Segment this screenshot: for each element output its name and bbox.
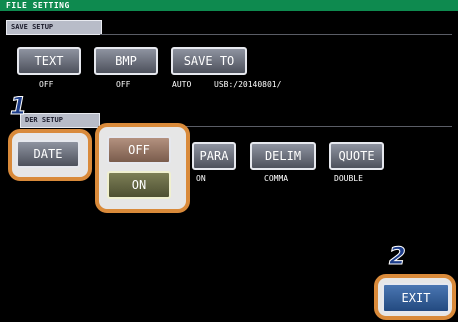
save-setup-divider: [100, 34, 452, 35]
exit-button[interactable]: EXIT: [382, 283, 450, 313]
quote-button[interactable]: QUOTE: [329, 142, 384, 170]
delim-button[interactable]: DELIM: [250, 142, 316, 170]
save-setup-section-tab: SAVE SETUP: [6, 20, 102, 35]
para-value: ON: [196, 174, 206, 183]
date-off-option[interactable]: OFF: [107, 136, 171, 164]
step-two-number: 2: [389, 242, 407, 270]
text-button[interactable]: TEXT: [17, 47, 81, 75]
quote-value: DOUBLE: [334, 174, 363, 183]
text-setup-label: DER SETUP: [25, 116, 63, 124]
window-title: FILE SETTING: [6, 1, 70, 10]
save-to-path: USB:/20140801/: [214, 80, 282, 89]
instrument-screen: FILE SETTING SAVE SETUP TEXT OFF BMP OFF…: [0, 0, 458, 322]
delim-value: COMMA: [264, 174, 289, 183]
bmp-button[interactable]: BMP: [94, 47, 158, 75]
title-bar: FILE SETTING: [0, 0, 458, 11]
save-to-button[interactable]: SAVE TO: [171, 47, 247, 75]
para-button[interactable]: PARA: [192, 142, 236, 170]
save-to-mode: AUTO: [172, 80, 192, 89]
date-on-option[interactable]: ON: [107, 171, 171, 199]
bmp-value: OFF: [116, 80, 131, 89]
step-one-number: 1: [10, 92, 28, 120]
save-setup-label: SAVE SETUP: [11, 23, 54, 31]
text-value: OFF: [39, 80, 54, 89]
date-button[interactable]: DATE: [16, 140, 80, 168]
text-setup-section-tab: DER SETUP: [20, 113, 100, 128]
